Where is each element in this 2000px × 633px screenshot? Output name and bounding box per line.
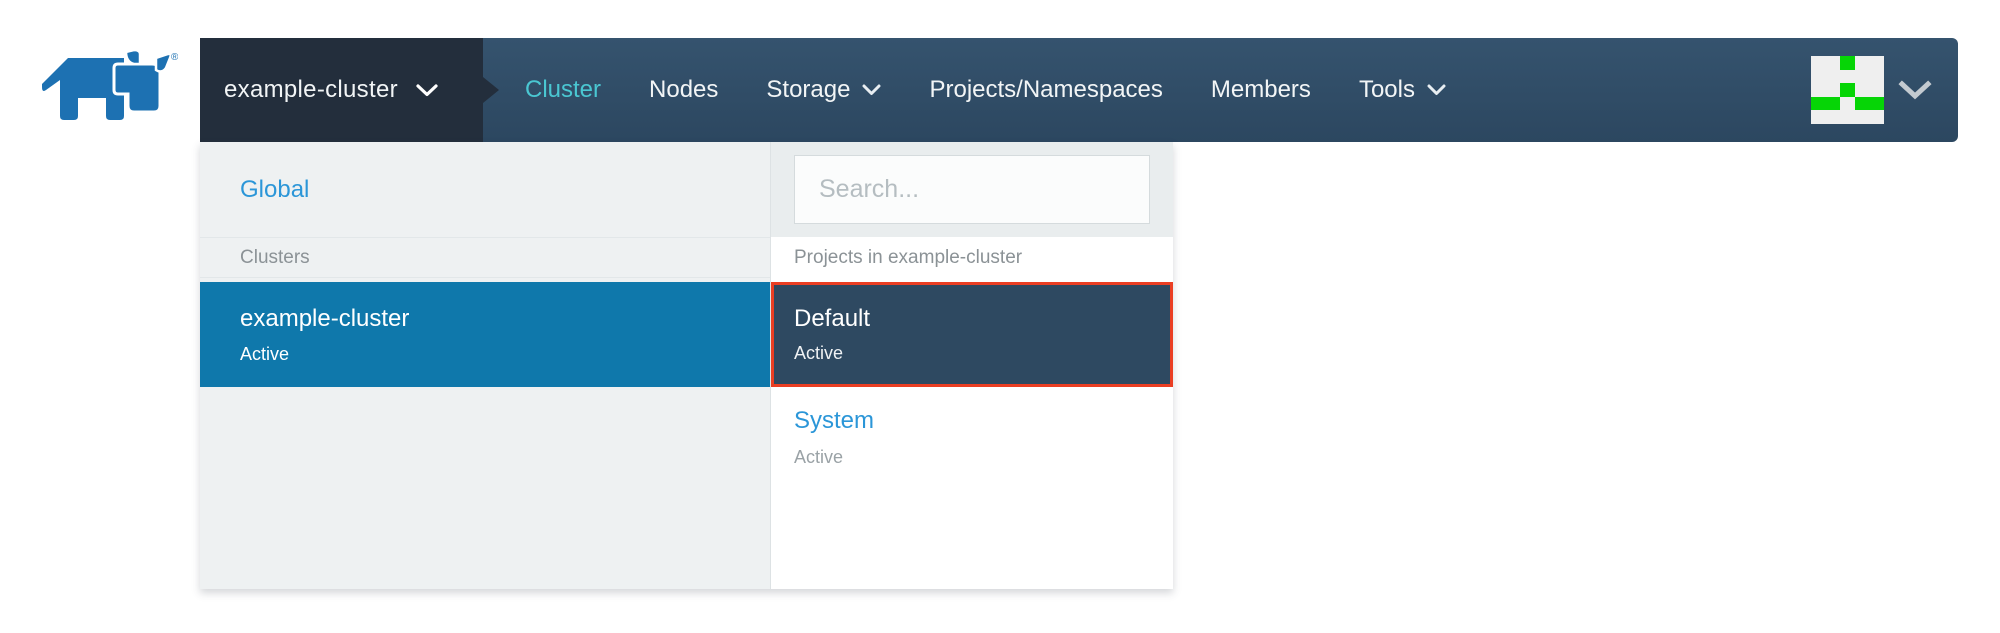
- project-name: System: [794, 407, 1173, 435]
- cluster-status: Active: [240, 344, 770, 365]
- chevron-down-icon: [416, 84, 438, 97]
- projects-column: Projects in example-cluster Default Acti…: [770, 142, 1173, 589]
- cluster-picker-dropdown[interactable]: example-cluster: [200, 38, 483, 142]
- nav-items: Cluster Nodes Storage Projects/Namespace…: [525, 38, 1811, 142]
- global-row: Global: [200, 142, 770, 237]
- page: ® example-cluster Cluster Nodes Storage: [0, 0, 2000, 633]
- user-avatar: [1811, 56, 1884, 124]
- projects-section-label: Projects in example-cluster: [771, 237, 1173, 278]
- cluster-row-example-cluster[interactable]: example-cluster Active: [200, 282, 770, 387]
- project-row-default[interactable]: Default Active: [771, 282, 1173, 387]
- project-name: Default: [794, 305, 1170, 333]
- project-row-system[interactable]: System Active: [771, 387, 1173, 468]
- nav-item-cluster[interactable]: Cluster: [525, 76, 601, 104]
- chevron-down-icon: [1427, 84, 1446, 96]
- nav-item-label: Storage: [766, 76, 850, 104]
- chevron-down-icon: [862, 84, 881, 96]
- top-navbar: example-cluster Cluster Nodes Storage Pr…: [200, 38, 1958, 142]
- clusters-column: Global Clusters example-cluster Active: [200, 142, 770, 589]
- nav-item-label: Nodes: [649, 76, 718, 104]
- cluster-picker-label: example-cluster: [224, 76, 398, 104]
- nav-item-tools[interactable]: Tools: [1359, 76, 1446, 104]
- clusters-section-label: Clusters: [200, 237, 770, 278]
- nav-item-storage[interactable]: Storage: [766, 76, 881, 104]
- project-search-input[interactable]: [794, 155, 1150, 224]
- nav-item-members[interactable]: Members: [1211, 76, 1311, 104]
- nav-item-projects-namespaces[interactable]: Projects/Namespaces: [929, 76, 1162, 104]
- rancher-logo[interactable]: ®: [38, 50, 178, 130]
- nav-item-label: Cluster: [525, 76, 601, 104]
- section-label-text: Projects in example-cluster: [794, 247, 1022, 269]
- nav-item-nodes[interactable]: Nodes: [649, 76, 718, 104]
- project-status: Active: [794, 343, 1170, 364]
- cluster-name: example-cluster: [240, 305, 770, 333]
- chevron-down-icon: [1898, 80, 1932, 100]
- search-area: [771, 142, 1173, 237]
- project-status: Active: [794, 447, 1173, 468]
- registered-mark: ®: [171, 52, 178, 63]
- global-link[interactable]: Global: [240, 176, 309, 204]
- nav-item-label: Members: [1211, 76, 1311, 104]
- nav-item-label: Projects/Namespaces: [929, 76, 1162, 104]
- user-menu[interactable]: [1811, 38, 1958, 142]
- cluster-project-dropdown-panel: Global Clusters example-cluster Active P…: [200, 142, 1173, 589]
- section-label-text: Clusters: [240, 247, 310, 269]
- nav-item-label: Tools: [1359, 76, 1415, 104]
